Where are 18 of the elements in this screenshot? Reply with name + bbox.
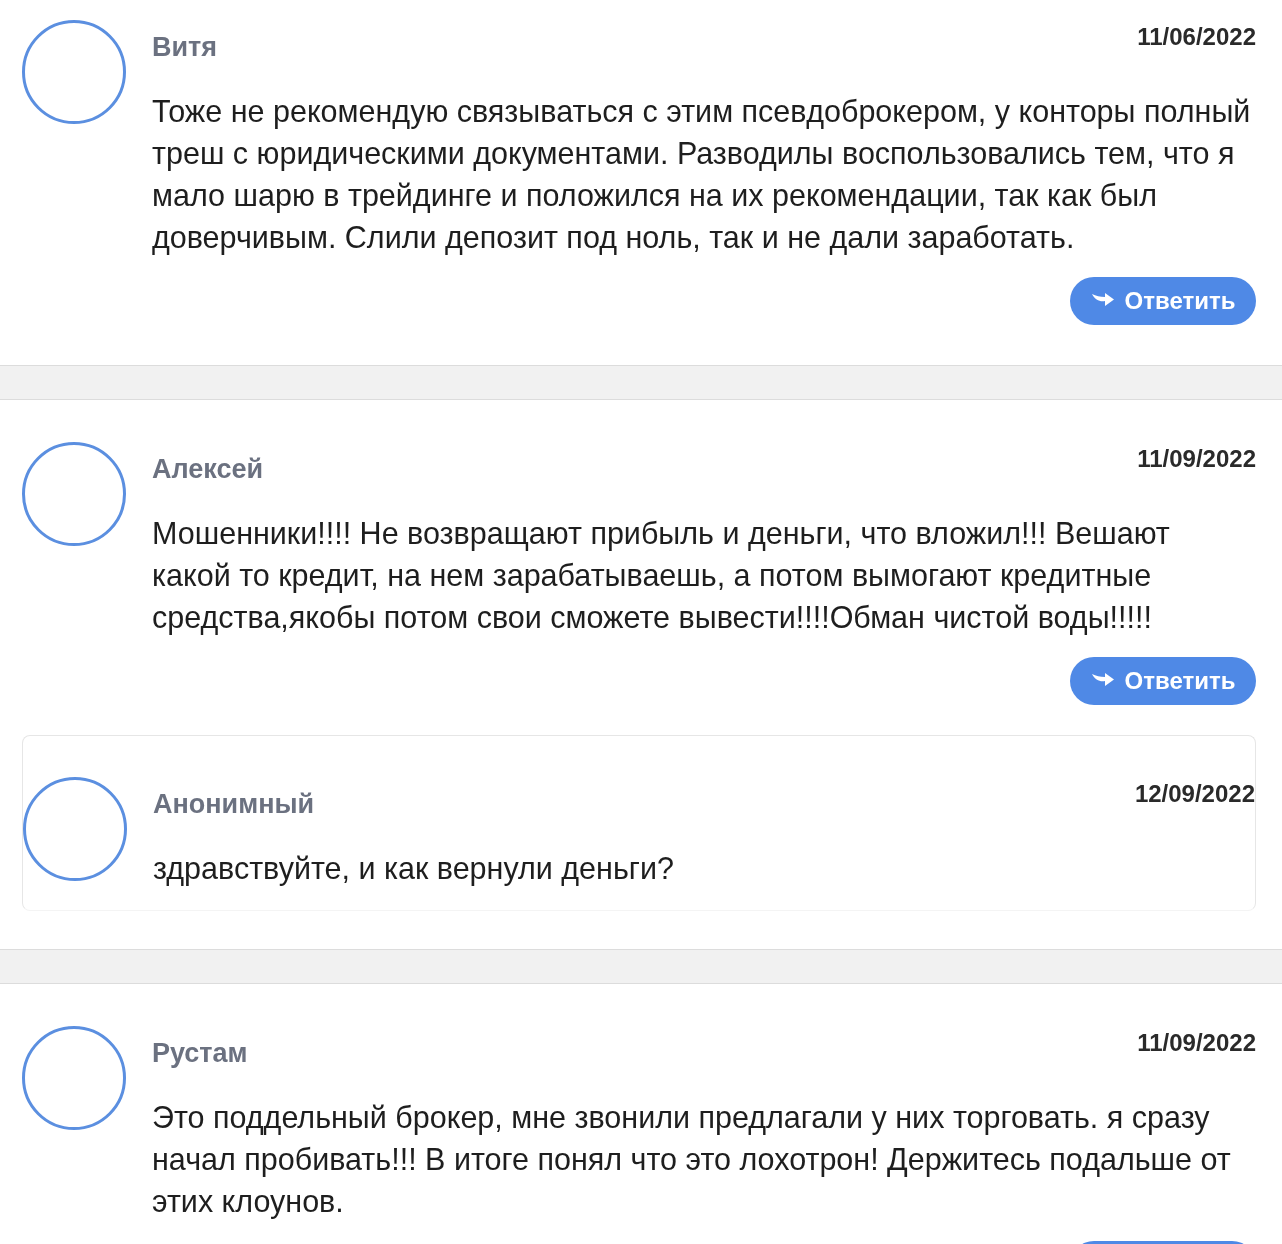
reply-button[interactable]: Ответить (1070, 657, 1256, 705)
comment-text: Мошенники!!!! Не возвращают прибыль и деньги, что вложил!!! Вешают какой то кредит, на нем зарабатываешь, а потом вымогают кредитные средства,якобы потом свои сможете вывести!!!!Обман чистой воды!!!!! (152, 515, 1171, 637)
comment-text: Это поддельный брокер, мне звонили предлагали у них торговать. я сразу начал пробивать!!! В итоге понял что это лохотрон! Держитесь подальше от этих клоунов. (152, 1099, 1232, 1221)
comment-date: 11/09/2022 (1137, 444, 1256, 474)
author-name: Алексей (152, 454, 264, 484)
avatar-icon (23, 777, 127, 881)
reply-button[interactable]: Ответить (1070, 277, 1256, 325)
avatar-icon (22, 1026, 126, 1130)
author-name: Рустам (152, 1038, 248, 1068)
avatar-icon (22, 442, 126, 546)
author-name: Витя (152, 32, 218, 62)
avatar-icon (22, 20, 126, 124)
comment-date: 11/09/2022 (1137, 1028, 1256, 1058)
comment-date: 11/06/2022 (1137, 22, 1256, 52)
comment-text: Тоже не рекомендую связываться с этим псевдоброкером, у конторы полный треш с юридическими документами. Разводилы воспользовались тем, что я мало шарю в трейдинге и положился на их рекомендации, так как был доверчивым. Слили депозит под ноль, так и не дали заработать. (152, 93, 1252, 257)
comment-text: здравствуйте, и как вернули деньги? (153, 850, 675, 888)
comment-date: 12/09/2022 (1134, 779, 1255, 809)
author-name: Анонимный (153, 789, 315, 819)
